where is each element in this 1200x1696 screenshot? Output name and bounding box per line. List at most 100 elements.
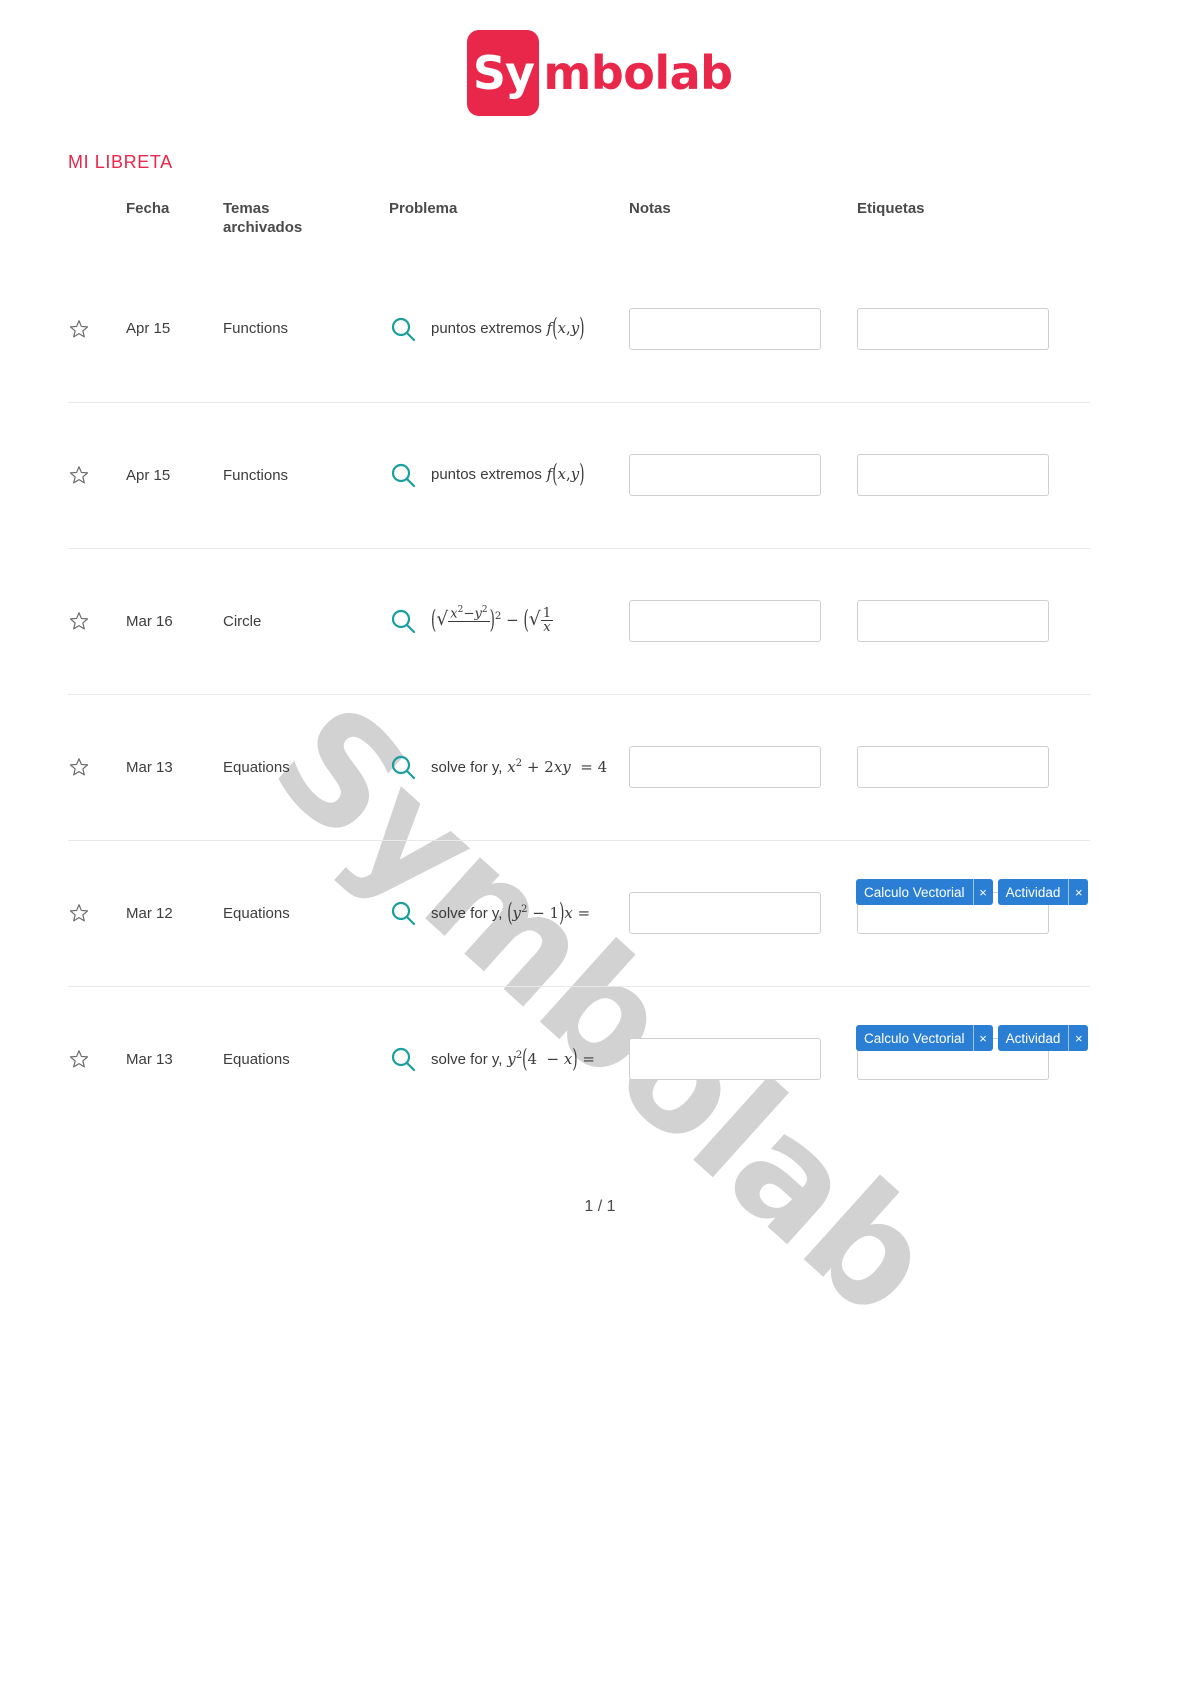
tag-input-box[interactable] <box>857 307 1049 350</box>
table-row: Apr 15 Functions puntos extremos f(x,y) <box>68 256 1090 402</box>
note-input[interactable] <box>629 746 821 788</box>
table-row: Mar 12 Equations solve for y, (y2 − 1)x = C… <box>68 839 1090 986</box>
row-date: Mar 13 <box>126 1050 173 1068</box>
tag-strip: Calculo Vectorial × Actividad × <box>856 1025 1089 1051</box>
tag-strip: Calculo Vectorial × Actividad × <box>856 879 1089 905</box>
star-cell <box>68 756 126 778</box>
pagination: 1 / 1 <box>0 1198 1200 1216</box>
star-outline-icon[interactable] <box>68 610 90 632</box>
search-icon[interactable] <box>389 1045 417 1073</box>
table-body: Apr 15 Functions puntos extremos f(x,y) Apr… <box>68 256 1090 1132</box>
tags-cell <box>857 307 1090 350</box>
tag-chip[interactable]: Calculo Vectorial × <box>856 1025 993 1051</box>
tag-input-box[interactable] <box>857 454 1049 496</box>
star-outline-icon[interactable] <box>68 902 90 924</box>
brand-logo[interactable]: Sy mbolab <box>0 30 1200 116</box>
tag-remove-icon[interactable]: × <box>1068 1025 1088 1051</box>
note-input[interactable] <box>629 307 821 350</box>
note-input[interactable] <box>629 1038 821 1080</box>
problem-expression[interactable]: solve for y, (y2 − 1)x = <box>431 901 590 926</box>
notes-cell <box>629 892 857 934</box>
header-date: Fecha <box>126 200 170 217</box>
note-input[interactable] <box>629 892 821 934</box>
problem-cell: puntos extremos f(x,y) <box>389 461 629 489</box>
star-cell <box>68 1048 126 1070</box>
logo-mark: Sy <box>467 30 540 116</box>
header-topic-line2: archivados <box>223 218 303 236</box>
problem-cell: solve for y, (y2 − 1)x = <box>389 899 629 927</box>
tag-chip[interactable]: Actividad × <box>997 879 1089 905</box>
problem-expression[interactable]: (√ x2−y2 )2 − (√ 1 x <box>431 605 554 636</box>
tag-chip[interactable]: Actividad × <box>997 1025 1089 1051</box>
row-date: Apr 15 <box>126 320 171 337</box>
problem-prefix-text: solve for y, <box>431 759 503 776</box>
problem-math: f(x,y) <box>546 312 585 344</box>
problem-expression[interactable]: solve for y, y2(4 − x) = <box>431 1047 595 1072</box>
date-cell: Mar 12 <box>126 905 223 922</box>
problem-cell: puntos extremos f(x,y) <box>389 315 629 343</box>
search-icon[interactable] <box>389 753 417 781</box>
note-input[interactable] <box>629 454 821 496</box>
row-topic: Circle <box>223 612 262 630</box>
star-outline-icon[interactable] <box>68 318 90 340</box>
note-input[interactable] <box>629 600 821 642</box>
problem-expression[interactable]: puntos extremos f(x,y) <box>431 312 585 344</box>
tag-chip[interactable]: Calculo Vectorial × <box>856 879 993 905</box>
tag-label: Calculo Vectorial <box>864 884 965 900</box>
tags-cell <box>857 600 1090 642</box>
problem-cell: solve for y, x2 + 2xy = 4 <box>389 753 629 781</box>
star-cell <box>68 318 126 340</box>
problem-expression[interactable]: solve for y, x2 + 2xy = 4 <box>431 758 607 776</box>
row-date: Mar 13 <box>126 758 173 776</box>
tag-label: Actividad <box>1005 884 1061 900</box>
problem-math: f(x,y) <box>546 459 585 490</box>
logo-wordmark: mbolab <box>543 46 733 100</box>
row-topic: Equations <box>223 758 290 776</box>
row-topic: Equations <box>223 904 290 922</box>
tags-cell: Calculo Vectorial × Actividad × <box>856 879 1090 934</box>
star-outline-icon[interactable] <box>68 1048 90 1070</box>
notes-cell <box>629 1038 857 1080</box>
star-cell <box>68 610 126 632</box>
notes-cell <box>629 600 857 642</box>
logo-group[interactable]: Sy mbolab <box>467 30 733 116</box>
tag-remove-icon[interactable]: × <box>972 879 993 905</box>
date-cell: Mar 16 <box>126 613 223 630</box>
date-cell: Apr 15 <box>126 467 223 484</box>
date-cell: Mar 13 <box>126 1051 223 1068</box>
notes-cell <box>629 746 857 788</box>
tag-label: Actividad <box>1005 1030 1061 1046</box>
date-cell: Apr 15 <box>126 320 223 337</box>
table-row: Mar 16 Circle (√ x2−y2 )2 − (√ 1 x <box>68 547 1090 694</box>
star-outline-icon[interactable] <box>68 756 90 778</box>
header-topic: Temas archivados <box>223 200 389 238</box>
tag-remove-icon[interactable]: × <box>1068 879 1088 905</box>
header-problem: Problema <box>389 200 458 217</box>
problem-expression[interactable]: puntos extremos f(x,y) <box>431 459 585 490</box>
tag-input-box[interactable]: Calculo Vectorial × Actividad × <box>856 879 1089 934</box>
topic-cell: Equations <box>223 1051 389 1068</box>
star-outline-icon[interactable] <box>68 464 90 486</box>
row-date: Mar 16 <box>126 612 173 630</box>
tag-label: Calculo Vectorial <box>864 1030 965 1046</box>
problem-prefix-text: puntos extremos <box>431 466 542 484</box>
search-icon[interactable] <box>389 315 417 343</box>
tags-cell: Calculo Vectorial × Actividad × <box>856 1025 1090 1080</box>
tag-remove-icon[interactable]: × <box>972 1025 993 1051</box>
search-icon[interactable] <box>389 899 417 927</box>
row-date: Apr 15 <box>126 466 171 484</box>
notebook-page: Symbolab Sy mbolab MI LIBRETA Fecha Tema… <box>0 0 1200 1696</box>
search-icon[interactable] <box>389 461 417 489</box>
tag-input-box[interactable] <box>857 600 1049 642</box>
problem-cell: solve for y, y2(4 − x) = <box>389 1045 629 1073</box>
topic-cell: Functions <box>223 467 389 484</box>
problem-cell: (√ x2−y2 )2 − (√ 1 x <box>389 605 629 636</box>
tags-cell <box>857 746 1090 788</box>
search-icon[interactable] <box>389 607 417 635</box>
notes-cell <box>629 307 857 350</box>
row-topic: Functions <box>223 466 289 484</box>
tag-input-box[interactable] <box>857 746 1049 788</box>
problem-prefix-text: solve for y, <box>431 904 503 922</box>
tag-input-box[interactable]: Calculo Vectorial × Actividad × <box>856 1025 1089 1080</box>
table-row: Apr 15 Functions puntos extremos f(x,y) <box>68 401 1090 548</box>
